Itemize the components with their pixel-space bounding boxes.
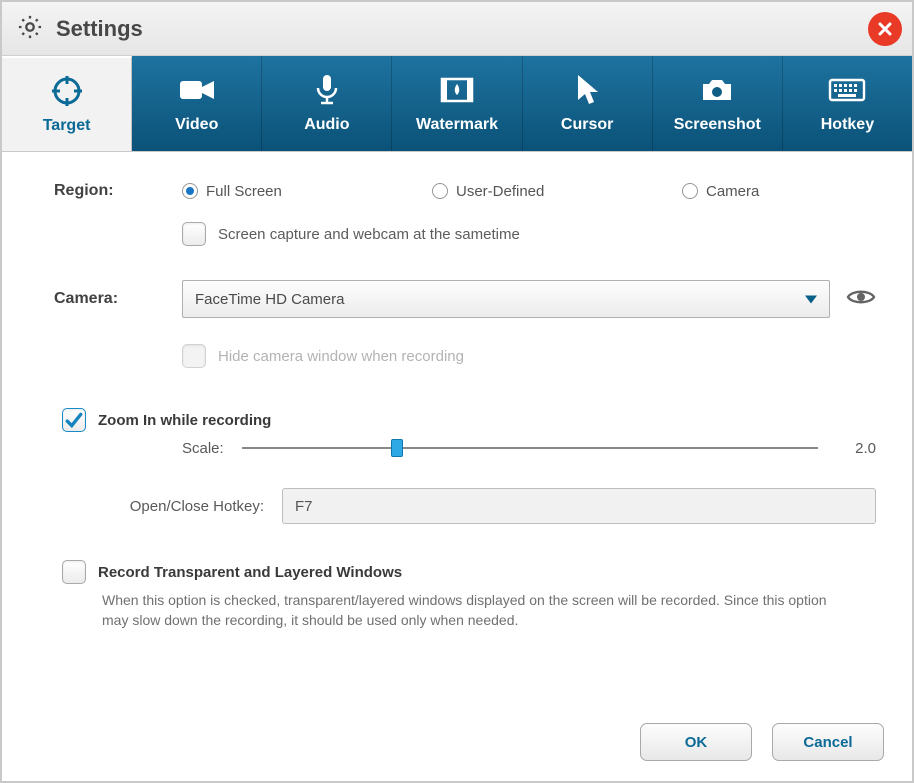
close-button[interactable] bbox=[868, 12, 902, 46]
checkbox-zoom-in-recording[interactable]: Zoom In while recording bbox=[62, 408, 876, 432]
camera-row: Camera: FaceTime HD Camera bbox=[54, 280, 876, 318]
region-row: Region: Full Screen User-Defined Camera bbox=[54, 182, 876, 200]
tab-audio[interactable]: Audio bbox=[262, 56, 392, 151]
scale-slider[interactable] bbox=[242, 438, 818, 458]
scale-label: Scale: bbox=[182, 440, 224, 457]
tab-hotkey[interactable]: Hotkey bbox=[783, 56, 912, 151]
checkbox-box-icon bbox=[62, 560, 86, 584]
camera-select-value: FaceTime HD Camera bbox=[195, 291, 344, 308]
camera-preview-button[interactable] bbox=[846, 287, 876, 311]
checkbox-box-icon bbox=[182, 344, 206, 368]
radio-dot-icon bbox=[182, 183, 198, 199]
tab-target-label: Target bbox=[43, 117, 91, 135]
microphone-icon bbox=[313, 73, 341, 107]
scale-value: 2.0 bbox=[836, 440, 876, 457]
keyboard-icon bbox=[828, 73, 866, 107]
camera-label: Camera: bbox=[54, 290, 182, 308]
chevron-down-icon bbox=[805, 291, 817, 308]
radio-dot-icon bbox=[682, 183, 698, 199]
tab-cursor[interactable]: Cursor bbox=[523, 56, 653, 151]
radio-full-screen[interactable]: Full Screen bbox=[182, 183, 432, 200]
watermark-icon bbox=[439, 73, 475, 107]
close-icon bbox=[877, 21, 893, 37]
tab-audio-label: Audio bbox=[304, 116, 349, 134]
window-title: Settings bbox=[56, 16, 868, 42]
footer: OK Cancel bbox=[640, 723, 884, 761]
radio-full-screen-label: Full Screen bbox=[206, 183, 282, 200]
region-radio-group: Full Screen User-Defined Camera bbox=[182, 183, 876, 200]
checkbox-hide-camera-window: Hide camera window when recording bbox=[182, 344, 464, 368]
checkbox-screen-webcam-label: Screen capture and webcam at the sametim… bbox=[218, 226, 520, 243]
cancel-button[interactable]: Cancel bbox=[772, 723, 884, 761]
hotkey-label: Open/Close Hotkey: bbox=[86, 498, 264, 515]
tab-video-label: Video bbox=[175, 116, 218, 134]
hotkey-input[interactable]: F7 bbox=[282, 488, 876, 524]
ok-button[interactable]: OK bbox=[640, 723, 752, 761]
eye-icon bbox=[846, 287, 876, 307]
radio-camera[interactable]: Camera bbox=[682, 183, 759, 200]
radio-user-defined[interactable]: User-Defined bbox=[432, 183, 682, 200]
titlebar: Settings bbox=[2, 2, 912, 56]
tab-watermark-label: Watermark bbox=[416, 116, 498, 134]
cancel-button-label: Cancel bbox=[803, 734, 852, 751]
hotkey-row: Open/Close Hotkey: F7 bbox=[86, 488, 876, 524]
radio-dot-icon bbox=[432, 183, 448, 199]
slider-knob[interactable] bbox=[391, 439, 403, 457]
hotkey-value: F7 bbox=[295, 498, 313, 515]
scale-row: Scale: 2.0 bbox=[182, 438, 876, 458]
checkbox-hide-camera-label: Hide camera window when recording bbox=[218, 348, 464, 365]
tab-cursor-label: Cursor bbox=[561, 116, 613, 134]
target-icon bbox=[50, 74, 84, 108]
tab-video[interactable]: Video bbox=[132, 56, 262, 151]
slider-track bbox=[242, 447, 818, 449]
checkbox-box-icon bbox=[182, 222, 206, 246]
gear-icon bbox=[16, 13, 44, 45]
settings-window: Settings Target bbox=[0, 0, 914, 783]
camera-select[interactable]: FaceTime HD Camera bbox=[182, 280, 830, 318]
tab-screenshot-label: Screenshot bbox=[674, 116, 761, 134]
tab-watermark[interactable]: Watermark bbox=[392, 56, 522, 151]
radio-camera-label: Camera bbox=[706, 183, 759, 200]
record-transparent-description: When this option is checked, transparent… bbox=[102, 590, 842, 631]
checkbox-screen-webcam-same-time[interactable]: Screen capture and webcam at the sametim… bbox=[182, 222, 520, 246]
cursor-icon bbox=[574, 73, 600, 107]
checkbox-record-transparent-label: Record Transparent and Layered Windows bbox=[98, 564, 402, 581]
camera-icon bbox=[699, 73, 735, 107]
target-panel: Region: Full Screen User-Defined Camera bbox=[2, 152, 912, 631]
tabs: Target Video Audio bbox=[2, 56, 912, 152]
ok-button-label: OK bbox=[685, 734, 708, 751]
radio-user-defined-label: User-Defined bbox=[456, 183, 544, 200]
checkbox-zoom-label: Zoom In while recording bbox=[98, 412, 271, 429]
checkbox-record-transparent[interactable]: Record Transparent and Layered Windows bbox=[62, 560, 876, 584]
tab-target[interactable]: Target bbox=[2, 56, 132, 151]
tab-hotkey-label: Hotkey bbox=[821, 116, 874, 134]
tab-screenshot[interactable]: Screenshot bbox=[653, 56, 783, 151]
region-label: Region: bbox=[54, 182, 182, 200]
video-icon bbox=[177, 73, 217, 107]
checkbox-box-icon bbox=[62, 408, 86, 432]
